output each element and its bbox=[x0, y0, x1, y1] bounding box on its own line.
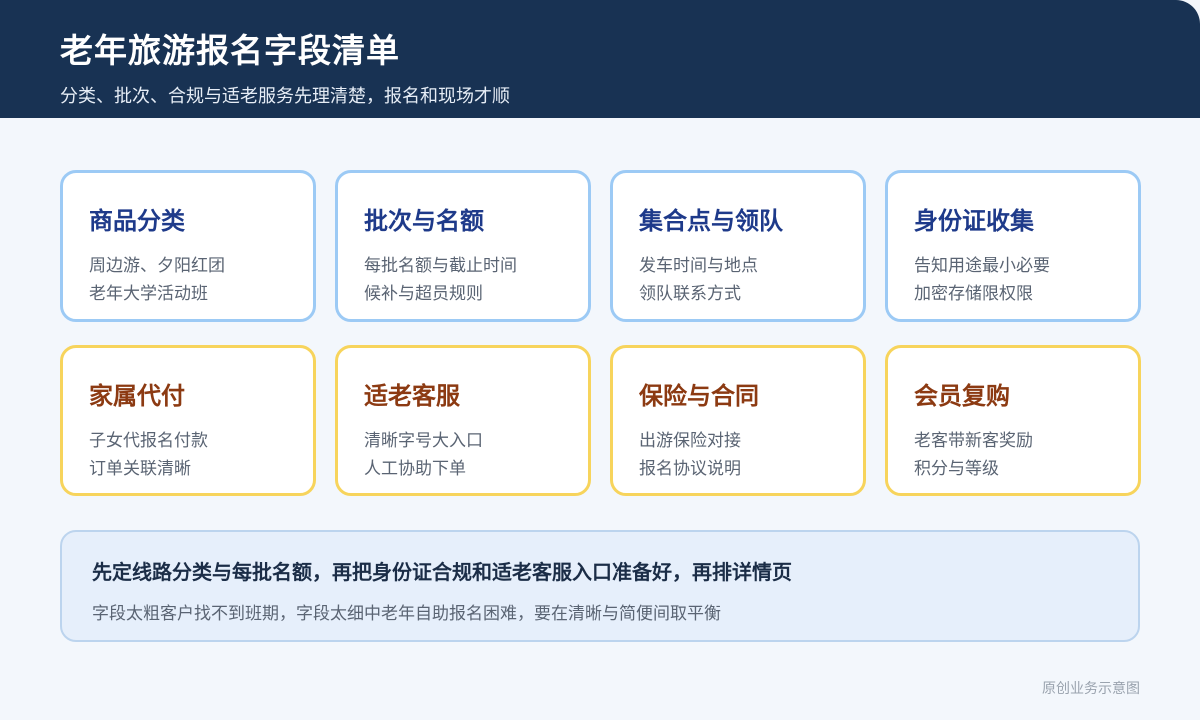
summary-note: 字段太粗客户找不到班期，字段太细中老年自助报名困难，要在清晰与简便间取平衡 bbox=[92, 604, 721, 624]
card-line: 周边游、夕阳红团 bbox=[89, 256, 225, 276]
card-line: 出游保险对接 bbox=[639, 431, 741, 451]
summary-title: 先定线路分类与每批名额，再把身份证合规和适老客服入口准备好，再排详情页 bbox=[92, 560, 792, 584]
card-line: 领队联系方式 bbox=[639, 284, 741, 304]
card-title: 集合点与领队 bbox=[639, 207, 783, 235]
card-meeting-point-leader: 集合点与领队 发车时间与地点 领队联系方式 bbox=[610, 170, 866, 322]
card-family-payment: 家属代付 子女代报名付款 订单关联清晰 bbox=[60, 345, 316, 496]
card-line: 加密存储限权限 bbox=[914, 284, 1033, 304]
footer-note: 原创业务示意图 bbox=[1042, 681, 1140, 697]
card-line: 子女代报名付款 bbox=[89, 431, 208, 451]
card-line: 订单关联清晰 bbox=[89, 459, 191, 479]
card-title: 家属代付 bbox=[89, 382, 185, 410]
card-line: 老客带新客奖励 bbox=[914, 431, 1033, 451]
card-line: 每批名额与截止时间 bbox=[364, 256, 517, 276]
card-line: 报名协议说明 bbox=[639, 459, 741, 479]
card-batch-quota: 批次与名额 每批名额与截止时间 候补与超员规则 bbox=[335, 170, 591, 322]
summary-panel: 先定线路分类与每批名额，再把身份证合规和适老客服入口准备好，再排详情页 字段太粗… bbox=[60, 530, 1140, 642]
card-insurance-contract: 保险与合同 出游保险对接 报名协议说明 bbox=[610, 345, 866, 496]
card-line: 告知用途最小必要 bbox=[914, 256, 1050, 276]
header-banner: 老年旅游报名字段清单 分类、批次、合规与适老服务先理清楚，报名和现场才顺 bbox=[0, 0, 1200, 118]
page-subtitle: 分类、批次、合规与适老服务先理清楚，报名和现场才顺 bbox=[60, 86, 510, 107]
card-title: 批次与名额 bbox=[364, 207, 484, 235]
card-line: 发车时间与地点 bbox=[639, 256, 758, 276]
page-title: 老年旅游报名字段清单 bbox=[60, 31, 400, 70]
card-member-repurchase: 会员复购 老客带新客奖励 积分与等级 bbox=[885, 345, 1141, 496]
card-id-collection: 身份证收集 告知用途最小必要 加密存储限权限 bbox=[885, 170, 1141, 322]
card-line: 人工协助下单 bbox=[364, 459, 466, 479]
card-line: 清晰字号大入口 bbox=[364, 431, 483, 451]
card-title: 商品分类 bbox=[89, 207, 185, 235]
card-title: 保险与合同 bbox=[639, 382, 759, 410]
card-line: 积分与等级 bbox=[914, 459, 999, 479]
card-elderly-service: 适老客服 清晰字号大入口 人工协助下单 bbox=[335, 345, 591, 496]
card-title: 身份证收集 bbox=[914, 207, 1034, 235]
card-product-category: 商品分类 周边游、夕阳红团 老年大学活动班 bbox=[60, 170, 316, 322]
card-line: 候补与超员规则 bbox=[364, 284, 483, 304]
card-line: 老年大学活动班 bbox=[89, 284, 208, 304]
card-title: 适老客服 bbox=[364, 382, 460, 410]
card-title: 会员复购 bbox=[914, 382, 1010, 410]
